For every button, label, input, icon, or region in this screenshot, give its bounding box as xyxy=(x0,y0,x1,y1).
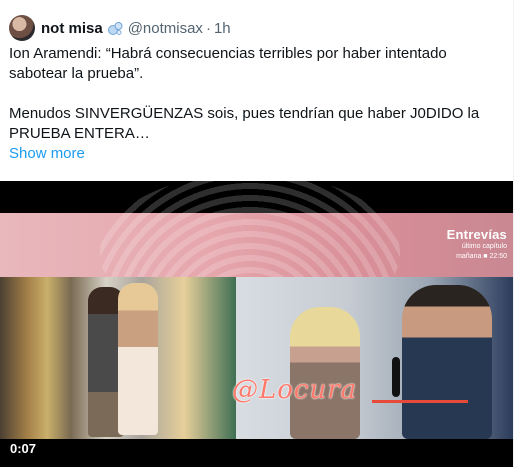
bubbles-icon xyxy=(107,21,123,35)
presenter-woman xyxy=(290,307,360,439)
tweet-card[interactable]: not misa @notmisax · 1h Ion Aramendi: “H… xyxy=(0,0,514,467)
separator-dot: · xyxy=(205,19,211,37)
channel-logo-name: Entrevías xyxy=(446,227,507,242)
author-name[interactable]: not misa xyxy=(41,20,103,37)
video-frame-right xyxy=(236,277,513,439)
video-frame xyxy=(0,277,513,439)
presenter-man xyxy=(402,285,492,439)
tweet-text: Ion Aramendi: “Habrá consecuencias terri… xyxy=(9,44,505,144)
video-player[interactable]: Entrevías último capítulo mañana ■ 22:50… xyxy=(0,181,513,467)
avatar[interactable] xyxy=(9,15,35,41)
channel-logo: Entrevías último capítulo mañana ■ 22:50 xyxy=(447,227,507,262)
video-frame-left xyxy=(0,277,236,439)
channel-logo-sub2: mañana ■ 22:50 xyxy=(456,253,507,260)
tweet-text-line-2: Menudos SINVERGÜENZAS sois, pues tendría… xyxy=(9,105,480,142)
video-watermark: @Locura xyxy=(232,375,358,405)
author-handle[interactable]: @notmisax xyxy=(128,20,203,37)
video-timestamp: 0:07 xyxy=(10,441,37,456)
figure-right xyxy=(118,283,158,435)
post-time[interactable]: 1h xyxy=(214,20,231,37)
tweet-text-line-1: Ion Aramendi: “Habrá consecuencias terri… xyxy=(9,45,447,82)
watermark-underline xyxy=(372,400,468,403)
microphone xyxy=(392,357,400,397)
video-banner xyxy=(0,181,513,333)
tweet-header: not misa @notmisax · 1h xyxy=(9,14,231,42)
channel-logo-sub1: último capítulo xyxy=(461,243,507,250)
show-more-link[interactable]: Show more xyxy=(9,145,85,162)
